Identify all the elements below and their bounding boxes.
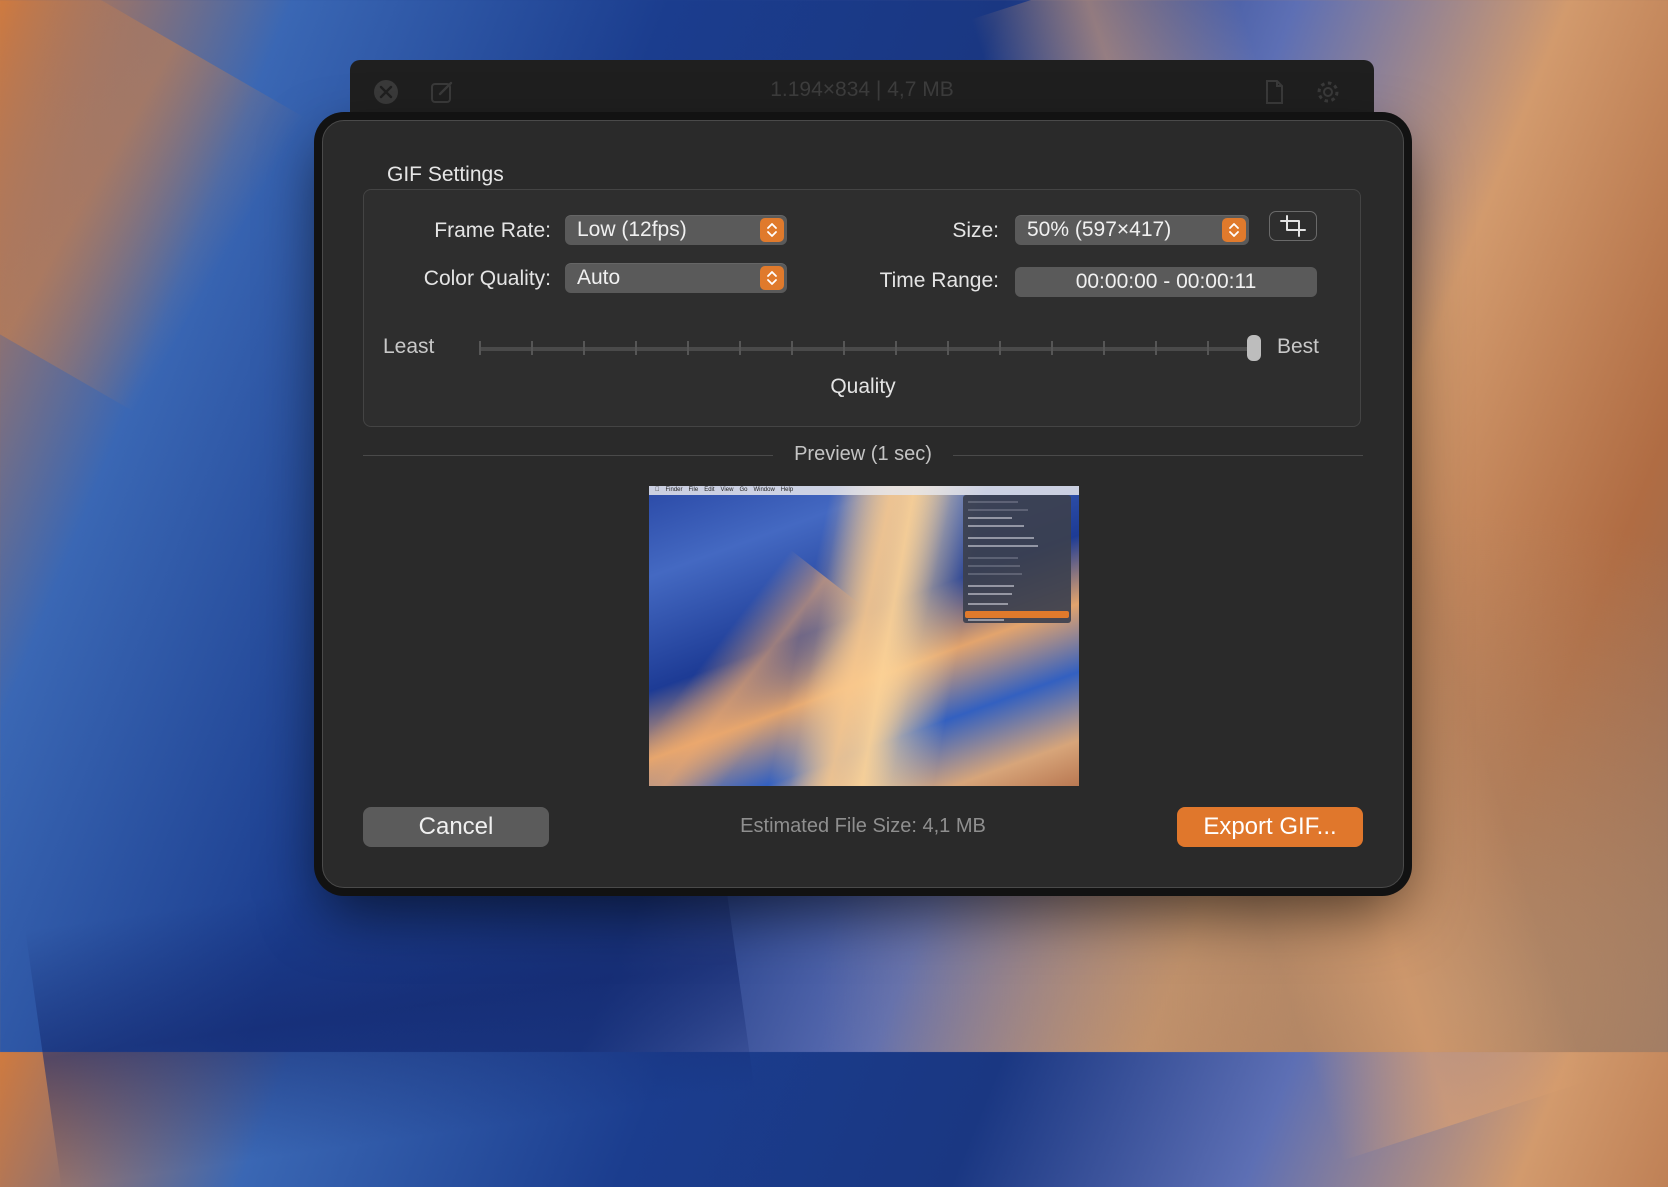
slider-tick: [583, 341, 585, 355]
slider-tick: [1207, 341, 1209, 355]
slider-tick: [843, 341, 845, 355]
color-quality-popup[interactable]: Auto: [565, 263, 787, 293]
section-title: GIF Settings: [387, 163, 504, 186]
crop-button[interactable]: [1269, 211, 1317, 241]
size-value: 50% (597×417): [1027, 218, 1172, 241]
slider-tick: [1103, 341, 1105, 355]
slider-tick: [1051, 341, 1053, 355]
time-range-label: Time Range:: [879, 269, 999, 292]
slider-tick: [999, 341, 1001, 355]
slider-tick: [791, 341, 793, 355]
slider-max-label: Best: [1277, 335, 1320, 358]
document-icon[interactable]: [1260, 78, 1288, 106]
color-quality-label: Color Quality:: [423, 267, 551, 290]
slider-tick: [687, 341, 689, 355]
slider-tick: [895, 341, 897, 355]
quality-slider-thumb[interactable]: [1247, 335, 1261, 361]
slider-tick: [635, 341, 637, 355]
chevron-up-down-icon: [1222, 218, 1246, 242]
gif-settings-dialog: GIF Settings Frame Rate: Low (12fps) Col…: [322, 120, 1404, 888]
crop-icon: [1280, 215, 1306, 237]
slider-min-label: Least: [383, 335, 435, 358]
color-quality-value: Auto: [577, 266, 621, 289]
size-label: Size:: [952, 219, 999, 242]
frame-rate-popup[interactable]: Low (12fps): [565, 215, 787, 245]
preview-image: FinderFileEditViewGoWindowHelp: [649, 486, 1079, 786]
gear-icon[interactable]: [1314, 78, 1342, 106]
export-gif-button[interactable]: Export GIF...: [1177, 807, 1363, 847]
chevron-up-down-icon: [760, 218, 784, 242]
slider-tick: [531, 341, 533, 355]
slider-tick: [479, 341, 481, 355]
frame-rate-value: Low (12fps): [577, 218, 687, 241]
slider-tick: [1155, 341, 1157, 355]
time-range-field[interactable]: 00:00:00 - 00:00:11: [1015, 267, 1317, 297]
slider-caption: Quality: [830, 375, 896, 398]
chevron-up-down-icon: [760, 266, 784, 290]
preview-title: Preview (1 sec): [794, 443, 932, 465]
quality-slider[interactable]: [479, 347, 1261, 351]
window-title: 1.194×834 | 4,7 MB: [770, 78, 954, 101]
slider-tick: [739, 341, 741, 355]
frame-rate-label: Frame Rate:: [434, 219, 551, 242]
wallpaper-streak: [0, 0, 305, 413]
size-popup[interactable]: 50% (597×417): [1015, 215, 1249, 245]
slider-tick: [947, 341, 949, 355]
